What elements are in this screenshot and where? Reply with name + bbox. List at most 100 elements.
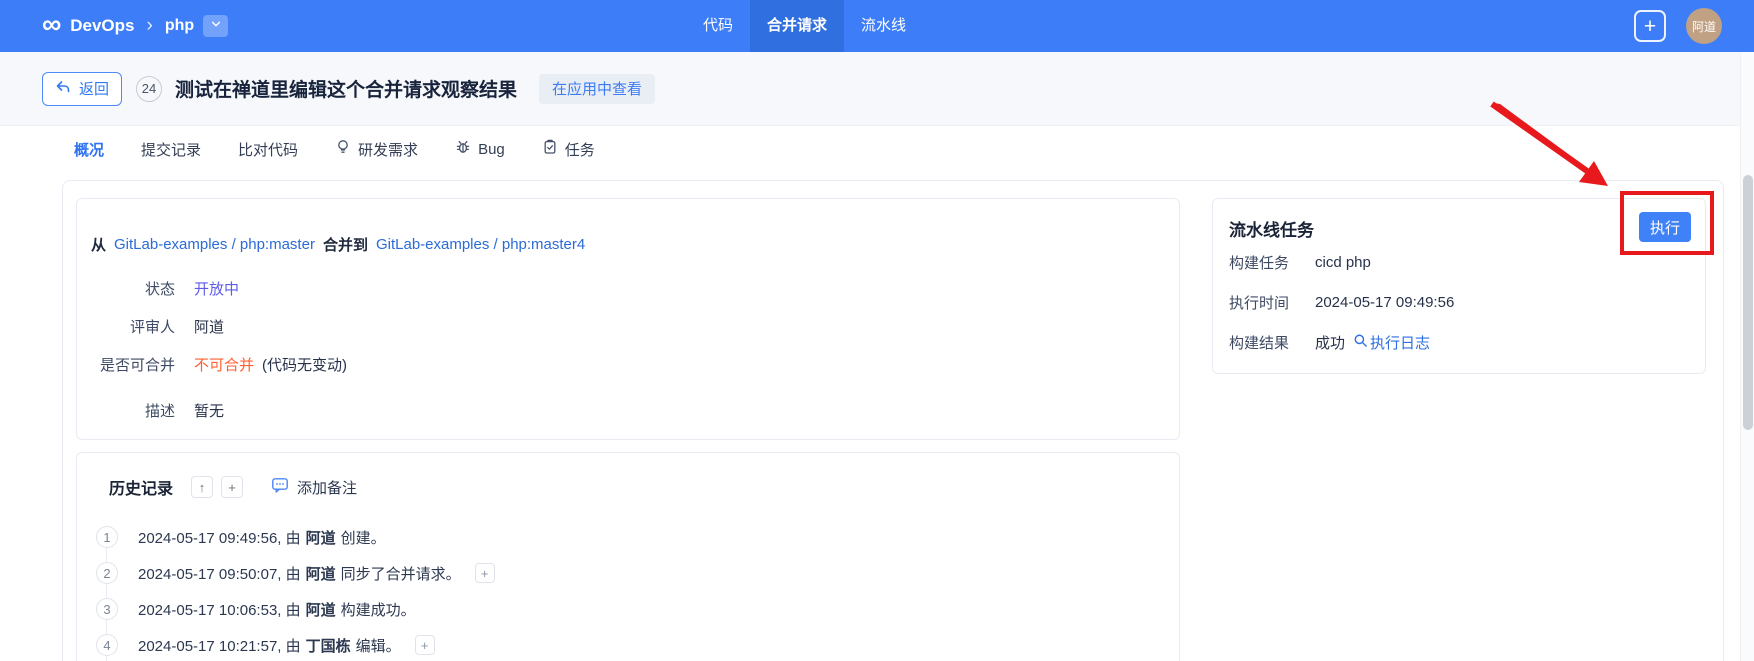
arrow-up-icon: ↑ bbox=[198, 479, 206, 495]
pipeline-rows: 构建任务 cicd php 执行时间 2024-05-17 09:49:56 构… bbox=[1213, 242, 1705, 362]
merge-info-rows: 状态 开放中 评审人 阿道 是否可合并 不可合并 (代码无变动) 描述 暂无 bbox=[77, 269, 1179, 429]
history-item-text: 2024-05-17 10:06:53, 由阿道 构建成功。 bbox=[138, 599, 416, 620]
build-result-value: 成功 bbox=[1315, 334, 1346, 352]
description-row: 描述 暂无 bbox=[77, 391, 1179, 429]
history-action: 构建成功。 bbox=[340, 601, 416, 619]
nav-item-pipeline[interactable]: 流水线 bbox=[844, 0, 923, 52]
add-button[interactable]: + bbox=[1634, 10, 1666, 42]
mr-id-badge: 24 bbox=[136, 75, 163, 102]
source-branch-link[interactable]: GitLab-examples / php:master bbox=[114, 236, 315, 253]
exec-log-label: 执行日志 bbox=[1370, 334, 1431, 352]
tab-compare-code[interactable]: 比对代码 bbox=[238, 139, 298, 160]
exec-log-link[interactable]: 执行日志 bbox=[1353, 332, 1430, 353]
project-dropdown-button[interactable] bbox=[203, 15, 229, 37]
history-time: 2024-05-17 09:49:56, 由 bbox=[138, 529, 301, 547]
status-value: 开放中 bbox=[194, 280, 240, 298]
history-item-text: 2024-05-17 09:49:56, 由阿道 创建。 bbox=[138, 527, 386, 548]
history-item-number: 4 bbox=[96, 634, 118, 656]
history-list: 1 2024-05-17 09:49:56, 由阿道 创建。 2 2024-05-… bbox=[77, 519, 1179, 661]
chevron-down-icon bbox=[210, 17, 222, 35]
tab-label: 比对代码 bbox=[238, 141, 299, 159]
history-time: 2024-05-17 09:50:07, 由 bbox=[138, 565, 301, 583]
history-actor: 阿道 bbox=[305, 529, 336, 547]
bug-icon bbox=[455, 139, 471, 159]
nav-item-code[interactable]: 代码 bbox=[686, 0, 750, 52]
merge-to-label: 合并到 bbox=[322, 236, 368, 254]
scrollbar-thumb[interactable] bbox=[1743, 175, 1753, 430]
reviewer-label: 评审人 bbox=[129, 318, 175, 336]
search-icon bbox=[1353, 333, 1368, 352]
expand-all-button[interactable]: + bbox=[221, 476, 244, 498]
history-item: 3 2024-05-17 10:06:53, 由阿道 构建成功。 bbox=[77, 591, 1179, 627]
page: ∞ DevOps › php 代码 合并请求 流水线 + 阿道 返回 24 测试… bbox=[0, 0, 1754, 661]
tab-label: Bug bbox=[478, 140, 505, 158]
avatar[interactable]: 阿道 bbox=[1686, 8, 1722, 44]
tab-bug[interactable]: Bug bbox=[455, 139, 505, 159]
breadcrumb: ∞ DevOps › php bbox=[42, 0, 229, 52]
expand-item-button[interactable]: + bbox=[474, 563, 495, 583]
comment-icon bbox=[271, 476, 289, 498]
build-task-row: 构建任务 cicd php bbox=[1213, 242, 1705, 282]
add-note-label: 添加备注 bbox=[297, 479, 358, 497]
history-item-text: 2024-05-17 10:21:57, 由丁国栋 编辑。 bbox=[138, 635, 401, 656]
history-item: 2 2024-05-17 09:50:07, 由阿道 同步了合并请求。 + bbox=[77, 555, 1179, 591]
plus-icon: + bbox=[228, 479, 236, 495]
main-nav: 代码 合并请求 流水线 bbox=[686, 0, 923, 52]
pipeline-title: 流水线任务 bbox=[1229, 221, 1314, 240]
scrollbar-track bbox=[1740, 52, 1754, 661]
top-navbar: ∞ DevOps › php 代码 合并请求 流水线 + 阿道 bbox=[0, 0, 1754, 52]
history-action: 创建。 bbox=[340, 529, 386, 547]
target-branch-link[interactable]: GitLab-examples / php:master4 bbox=[376, 236, 585, 253]
back-arrow-icon bbox=[55, 79, 71, 99]
navbar-actions: + 阿道 bbox=[1634, 0, 1722, 52]
merge-info-card: 从 GitLab-examples / php:master 合并到 GitLa… bbox=[76, 198, 1180, 440]
history-item: 4 2024-05-17 10:21:57, 由丁国栋 编辑。 + bbox=[77, 627, 1179, 661]
tab-overview[interactable]: 概况 bbox=[74, 139, 104, 160]
avatar-text: 阿道 bbox=[1691, 19, 1716, 34]
history-actor: 丁国栋 bbox=[305, 637, 351, 655]
add-note-button[interactable]: 添加备注 bbox=[271, 476, 357, 498]
history-title: 历史记录 bbox=[109, 481, 174, 498]
chevron-right-icon: › bbox=[146, 15, 153, 36]
reviewer-value: 阿道 bbox=[194, 318, 225, 336]
description-label: 描述 bbox=[144, 402, 175, 420]
mergeable-value: 不可合并 bbox=[194, 356, 255, 374]
mergeable-extra: (代码无变动) bbox=[262, 356, 348, 374]
tab-label: 研发需求 bbox=[358, 141, 419, 159]
history-item: 1 2024-05-17 09:49:56, 由阿道 创建。 bbox=[77, 519, 1179, 555]
plus-icon: + bbox=[480, 565, 489, 581]
history-action: 编辑。 bbox=[355, 637, 401, 655]
build-task-value: cicd php bbox=[1315, 253, 1371, 271]
history-actor: 阿道 bbox=[305, 601, 336, 619]
history-item-number: 1 bbox=[96, 526, 118, 548]
view-in-app-button[interactable]: 在应用中查看 bbox=[539, 73, 656, 104]
tab-label: 任务 bbox=[564, 141, 595, 159]
mergeable-label: 是否可合并 bbox=[99, 356, 175, 374]
expand-item-button[interactable]: + bbox=[414, 635, 435, 655]
mergeable-row: 是否可合并 不可合并 (代码无变动) bbox=[77, 345, 1179, 383]
exec-time-row: 执行时间 2024-05-17 09:49:56 bbox=[1213, 282, 1705, 322]
nav-item-merge-request[interactable]: 合并请求 bbox=[750, 0, 845, 52]
history-action: 同步了合并请求。 bbox=[340, 565, 461, 583]
back-button[interactable]: 返回 bbox=[42, 71, 123, 106]
clipboard-icon bbox=[542, 139, 558, 159]
tab-story[interactable]: 研发需求 bbox=[335, 139, 418, 160]
build-task-label: 构建任务 bbox=[1229, 254, 1290, 272]
status-row: 状态 开放中 bbox=[77, 269, 1179, 307]
page-header: 返回 24 测试在禅道里编辑这个合并请求观察结果 在应用中查看 bbox=[0, 52, 1740, 126]
brand-name[interactable]: DevOps bbox=[70, 16, 134, 36]
history-actor: 阿道 bbox=[305, 565, 336, 583]
tab-task[interactable]: 任务 bbox=[542, 139, 595, 160]
breadcrumb-project[interactable]: php bbox=[165, 17, 194, 35]
description-value: 暂无 bbox=[194, 402, 225, 420]
history-item-number: 3 bbox=[96, 598, 118, 620]
execute-button[interactable]: 执行 bbox=[1639, 212, 1691, 242]
collapse-button[interactable]: ↑ bbox=[191, 476, 214, 498]
exec-time-value: 2024-05-17 09:49:56 bbox=[1315, 293, 1455, 311]
tab-commits[interactable]: 提交记录 bbox=[141, 139, 201, 160]
history-card: 历史记录 ↑ + 添加备注 1 2024-05-17 09:49:56, 由阿道… bbox=[76, 452, 1180, 661]
lightbulb-icon bbox=[335, 139, 351, 159]
tab-label: 提交记录 bbox=[141, 141, 202, 159]
tab-label: 概况 bbox=[74, 141, 105, 159]
from-label: 从 bbox=[91, 236, 107, 254]
